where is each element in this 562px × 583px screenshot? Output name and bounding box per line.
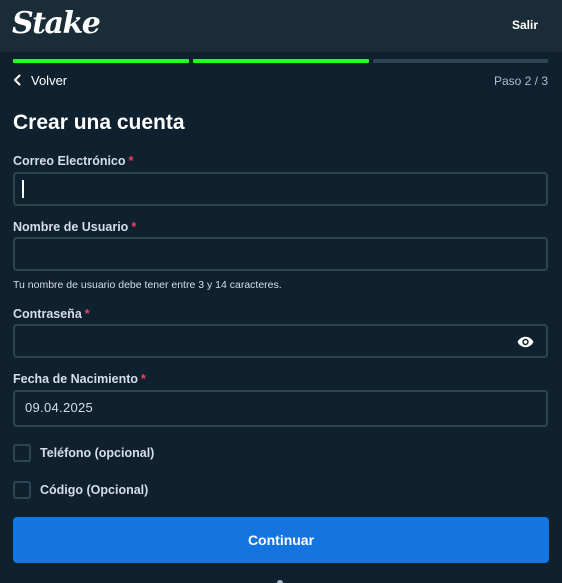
required-mark: * (128, 154, 134, 168)
progress-segment (193, 59, 369, 63)
username-hint: Tu nombre de usuario debe tener entre 3 … (13, 279, 282, 291)
checkbox-box[interactable] (13, 481, 31, 499)
password-field[interactable] (13, 324, 548, 358)
signup-page: Stake Salir Volver Paso 2 / 3 Crear una … (0, 0, 562, 583)
required-mark: * (131, 220, 137, 234)
eye-icon[interactable] (517, 335, 534, 353)
phone-optional-checkbox[interactable]: Teléfono (opcional) (13, 444, 154, 462)
top-bar: Stake Salir (0, 0, 562, 52)
password-label-text: Contraseña (13, 307, 82, 321)
stake-logo[interactable]: Stake (12, 6, 101, 41)
username-label: Nombre de Usuario * (13, 220, 136, 234)
progress-segment (13, 59, 189, 63)
password-input[interactable] (15, 326, 546, 356)
email-field[interactable] (13, 172, 548, 206)
username-field[interactable] (13, 237, 548, 271)
step-progress-bar (13, 59, 548, 63)
username-input[interactable] (15, 239, 546, 269)
birthdate-value: 09.04.2025 (25, 400, 94, 415)
text-caret (22, 180, 24, 198)
code-optional-label: Código (Opcional) (40, 483, 149, 497)
chevron-left-icon (13, 74, 21, 86)
email-label-text: Correo Electrónico (13, 154, 126, 168)
required-mark: * (141, 372, 146, 386)
required-mark: * (84, 307, 90, 321)
step-indicator: Paso 2 / 3 (493, 74, 548, 88)
birthdate-label: Fecha de Nacimiento * (13, 372, 146, 386)
email-input[interactable] (15, 174, 546, 204)
birthdate-field[interactable]: 09.04.2025 (13, 390, 548, 427)
birthdate-label-text: Fecha de Nacimiento (13, 372, 139, 386)
email-label: Correo Electrónico * (13, 154, 133, 168)
password-label: Contraseña * (13, 307, 90, 321)
back-label: Volver (31, 72, 68, 88)
phone-optional-label: Teléfono (opcional) (40, 446, 155, 460)
code-optional-checkbox[interactable]: Código (Opcional) (13, 481, 148, 499)
continue-button[interactable]: Continuar (13, 517, 549, 563)
checkbox-box[interactable] (13, 444, 31, 462)
progress-segment (373, 59, 548, 63)
page-title: Crear una cuenta (13, 111, 185, 134)
exit-button[interactable]: Salir (512, 18, 538, 32)
back-button[interactable]: Volver (13, 72, 67, 88)
username-label-text: Nombre de Usuario (13, 220, 129, 234)
